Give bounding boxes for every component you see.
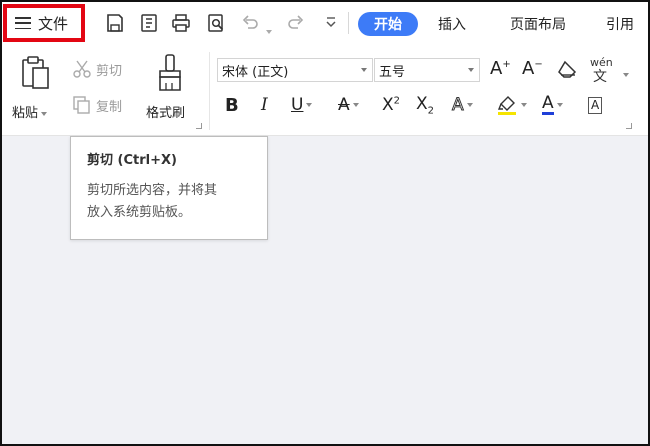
tab-home[interactable]: 开始 (358, 12, 418, 36)
redo-button[interactable] (284, 11, 308, 35)
strikethrough-icon: A (338, 95, 350, 115)
copy-label: 复制 (96, 99, 123, 115)
font-name-value: 宋体 (正文) (222, 64, 289, 80)
underline-button[interactable]: U (291, 94, 313, 116)
superscript-icon: X2 (382, 95, 401, 115)
redo-icon (288, 15, 304, 29)
format-painter-label: 格式刷 (146, 106, 186, 121)
print-button[interactable] (169, 11, 193, 35)
clipboard-icon (22, 56, 49, 89)
export-pdf-icon (141, 14, 157, 32)
font-color-icon: A (542, 93, 554, 115)
subscript-icon: X2 (416, 93, 435, 117)
shrink-font-button[interactable]: A− (522, 58, 548, 82)
character-border-button[interactable]: A (588, 94, 603, 116)
tab-insert[interactable]: 插入 (432, 12, 472, 36)
pinyin-dropdown-icon[interactable] (623, 72, 629, 77)
export-pdf-button[interactable] (137, 11, 161, 35)
cut-label: 剪切 (96, 63, 123, 79)
chevron-down-icon (468, 68, 474, 72)
text-effect-dropdown-icon[interactable] (466, 103, 473, 107)
pinyin-guide-button[interactable]: wén 文 (590, 56, 634, 85)
font-size-select[interactable]: 五号 (374, 58, 480, 82)
clipboard-group-launcher[interactable] (196, 123, 202, 129)
chevron-down-icon (326, 17, 336, 28)
clear-format-button[interactable] (557, 58, 581, 82)
pinyin-icon: 文 (593, 69, 607, 85)
underline-dropdown-icon[interactable] (306, 103, 313, 107)
print-preview-icon (208, 14, 224, 32)
ribbon-separator (209, 52, 210, 130)
undo-button[interactable] (238, 11, 262, 35)
paste-button[interactable]: 粘贴 (12, 52, 60, 124)
file-menu-button[interactable]: 文件 (3, 4, 85, 42)
undo-dropdown-icon[interactable] (263, 21, 272, 40)
bold-button[interactable]: B (225, 94, 239, 116)
format-painter-button[interactable]: 格式刷 (144, 52, 198, 124)
subscript-button[interactable]: X2 (416, 94, 434, 116)
tooltip-description-line2: 放入系统剪贴板。 (87, 205, 192, 220)
highlight-button[interactable] (496, 94, 527, 116)
shrink-font-icon: A− (522, 58, 543, 79)
customize-toolbar-button[interactable] (319, 11, 343, 35)
chevron-down-icon (361, 68, 367, 72)
character-border-icon: A (588, 96, 603, 114)
superscript-button[interactable]: X2 (382, 94, 400, 116)
cut-button[interactable]: 剪切 (72, 58, 122, 80)
italic-icon: I (261, 95, 268, 115)
scissors-icon (73, 60, 91, 78)
font-color-dropdown-icon[interactable] (556, 103, 563, 107)
eraser-icon (558, 60, 577, 78)
menu-bar: 文件 开始 插入 页面布局 引用 (2, 2, 648, 46)
save-icon (107, 14, 123, 32)
paintbrush-icon (159, 54, 181, 91)
ribbon-home: 粘贴 剪切 复制 格式刷 宋体 (正文) 五号 A+ A− wén 文 B I … (2, 46, 648, 136)
highlight-dropdown-icon[interactable] (521, 103, 527, 107)
bold-icon: B (225, 94, 239, 116)
save-button[interactable] (103, 11, 127, 35)
printer-icon (172, 14, 190, 32)
undo-icon (242, 15, 258, 29)
copy-button[interactable]: 复制 (72, 94, 122, 116)
grow-font-button[interactable]: A+ (490, 58, 516, 82)
hamburger-icon (15, 17, 31, 29)
paste-label: 粘贴 (12, 106, 39, 121)
italic-button[interactable]: I (261, 94, 268, 116)
font-color-button[interactable]: A (542, 94, 563, 116)
font-name-select[interactable]: 宋体 (正文) (217, 58, 373, 82)
text-effect-icon: A (452, 95, 465, 116)
menu-separator (348, 12, 349, 34)
strikethrough-dropdown-icon[interactable] (352, 103, 359, 107)
highlighter-icon (497, 96, 516, 115)
tooltip-description-line1: 剪切所选内容，并将其 (87, 183, 218, 198)
strikethrough-button[interactable]: A (338, 94, 359, 116)
text-effect-button[interactable]: A (452, 94, 473, 116)
tab-references[interactable]: 引用 (600, 12, 640, 36)
print-preview-button[interactable] (204, 11, 228, 35)
underline-icon: U (291, 95, 304, 115)
grow-font-icon: A+ (490, 58, 511, 79)
font-size-value: 五号 (379, 64, 406, 80)
cut-tooltip: 剪切 (Ctrl+X) 剪切所选内容，并将其 放入系统剪贴板。 (70, 136, 268, 240)
app-window: 文件 开始 插入 页面布局 引用 粘贴 剪切 复制 格式刷 宋体 (正文) 五号… (0, 0, 650, 446)
paste-dropdown-icon[interactable] (41, 111, 48, 116)
copy-icon (73, 96, 90, 114)
font-group-launcher[interactable] (626, 123, 632, 129)
file-menu-label: 文件 (38, 14, 69, 33)
tooltip-title: 剪切 (Ctrl+X) (87, 153, 177, 168)
tab-page-layout[interactable]: 页面布局 (498, 12, 578, 36)
